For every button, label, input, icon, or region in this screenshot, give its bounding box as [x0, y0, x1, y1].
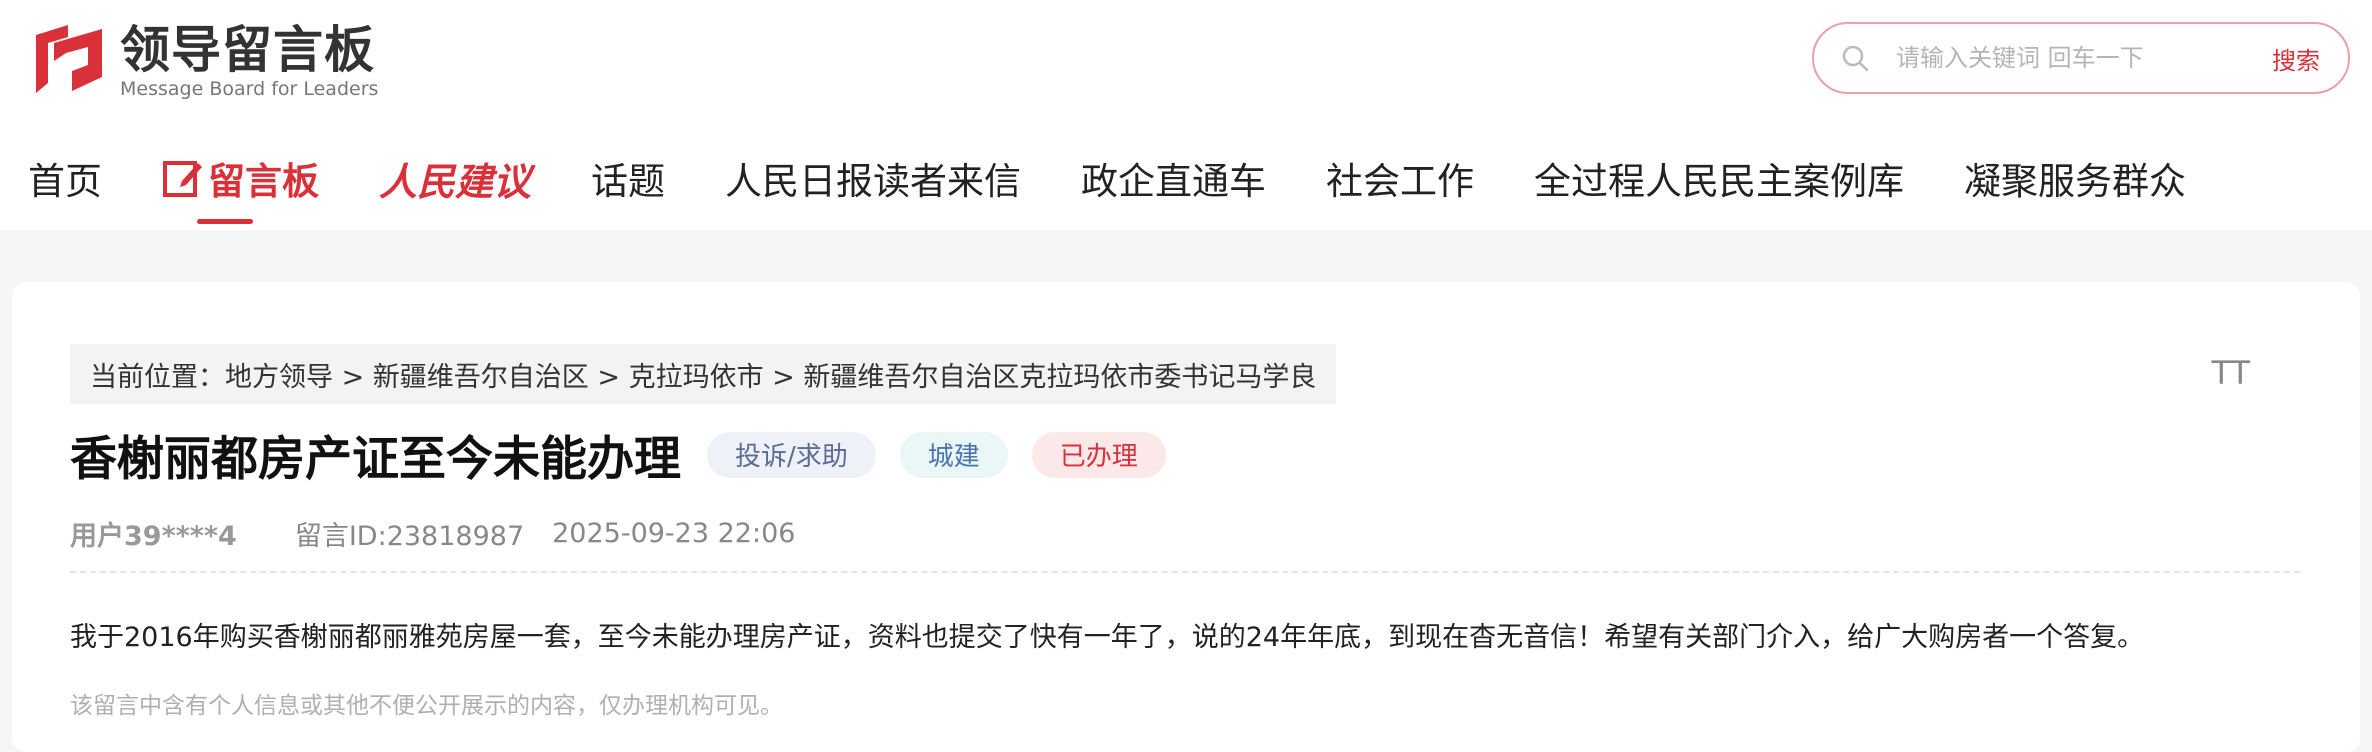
site-header: 领导留言板 Message Board for Leaders 搜索 首页 留言… [0, 0, 2372, 230]
nav-item-label: 社会工作 [1326, 160, 1475, 203]
logo-title: 领导留言板 [120, 21, 375, 79]
message-id: 留言ID:23818987 [294, 521, 525, 552]
nav-item-people-suggestion[interactable]: 人民建议 [379, 138, 531, 218]
search-button[interactable]: 搜索 [2272, 41, 2320, 76]
author-name: 用户39****4 [70, 521, 237, 552]
nav-item-serve-people[interactable]: 凝聚服务群众 [1964, 138, 2186, 218]
search-input[interactable] [1896, 44, 2272, 72]
search-box: 搜索 [1812, 22, 2350, 94]
title-row: 香榭丽都房产证至今未能办理 投诉/求助 城建 已办理 [70, 420, 1166, 489]
site-logo[interactable]: 领导留言板 Message Board for Leaders [28, 20, 378, 100]
nav-item-readers-letters[interactable]: 人民日报读者来信 [725, 138, 1021, 218]
search-icon [1842, 45, 1869, 72]
nav-item-label: 留言板 [208, 160, 319, 203]
nav-item-social-work[interactable]: 社会工作 [1326, 138, 1474, 218]
divider [70, 571, 2300, 573]
nav-item-message-board[interactable]: 留言板 [162, 138, 319, 224]
main-nav: 首页 留言板 人民建议 话题 人民日报读者来信 政企直通车 社会工作 全过程人民… [28, 138, 2246, 224]
nav-item-enterprise-express[interactable]: 政企直通车 [1081, 138, 1266, 218]
nav-item-label: 人民建议 [379, 159, 532, 204]
nav-item-label: 全过程人民民主案例库 [1534, 160, 1905, 203]
message-card: 当前位置：地方领导 > 新疆维吾尔自治区 > 克拉玛依市 > 新疆维吾尔自治区克… [12, 282, 2360, 752]
status-badge: 已办理 [1031, 431, 1166, 478]
logo-subtitle: Message Board for Leaders [120, 78, 379, 100]
privacy-notice: 该留言中含有个人信息或其他不便公开展示的内容，仅办理机构可见。 [70, 693, 783, 719]
message-meta: 用户39****4 留言ID:23818987 2025-09-23 22:06 [70, 514, 795, 553]
type-badge: 投诉/求助 [707, 431, 876, 478]
nav-item-label: 凝聚服务群众 [1964, 160, 2187, 203]
nav-item-home[interactable]: 首页 [28, 138, 102, 218]
active-indicator [197, 219, 253, 224]
font-size-toggle[interactable]: TT [2211, 354, 2250, 392]
message-body: 我于2016年购买香榭丽都丽雅苑房屋一套，至今未能办理房产证，资料也提交了快有一… [70, 622, 2145, 653]
nav-item-democracy-cases[interactable]: 全过程人民民主案例库 [1534, 138, 1904, 218]
page-title: 香榭丽都房产证至今未能办理 [70, 432, 681, 487]
nav-item-label: 人民日报读者来信 [725, 160, 1022, 203]
nav-item-label: 话题 [591, 160, 666, 203]
nav-item-topics[interactable]: 话题 [591, 138, 665, 218]
edit-icon [163, 161, 202, 197]
logo-icon [36, 25, 102, 93]
domain-badge: 城建 [899, 431, 1008, 478]
nav-item-label: 政企直通车 [1081, 160, 1267, 203]
breadcrumb: 当前位置：地方领导 > 新疆维吾尔自治区 > 克拉玛依市 > 新疆维吾尔自治区克… [70, 344, 1337, 404]
nav-item-label: 首页 [28, 160, 102, 203]
message-time: 2025-09-23 22:06 [552, 518, 796, 549]
